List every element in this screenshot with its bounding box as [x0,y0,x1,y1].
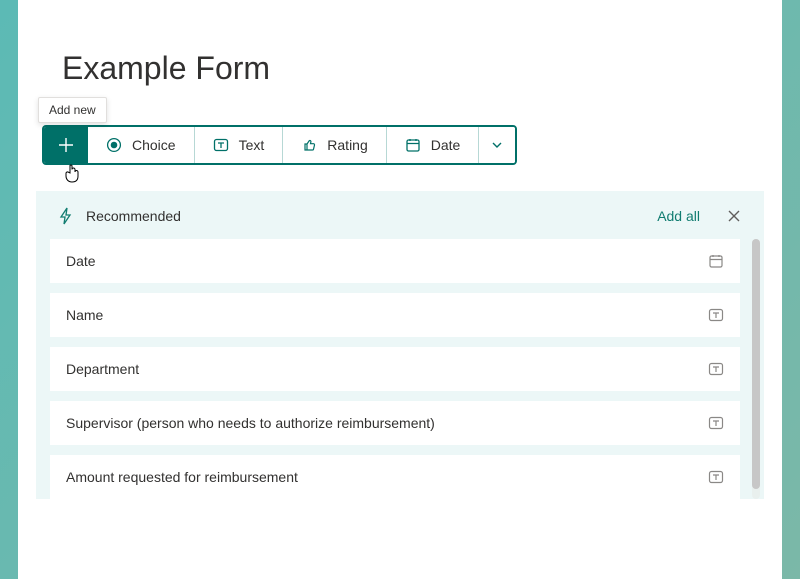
chevron-down-icon [491,139,503,151]
lightning-icon [58,207,74,225]
suggestion-label: Supervisor (person who needs to authoriz… [66,415,708,431]
question-type-toolbar: Choice Text Rating Date [42,125,517,165]
rating-label: Rating [327,137,367,153]
date-button[interactable]: Date [387,127,480,163]
cursor-pointer-icon [64,163,82,185]
text-type-icon [708,469,724,485]
recommended-title: Recommended [86,208,657,224]
suggestion-list: Date Name Department Supervisor (person who… [50,239,740,499]
recommended-panel: Recommended Add all Date Name Department Su… [36,191,764,499]
text-button[interactable]: Text [195,127,284,163]
plus-icon [58,137,74,153]
scrollbar-thumb[interactable] [752,239,760,489]
text-type-icon [708,307,724,323]
suggestion-label: Name [66,307,708,323]
tooltip-add-new: Add new [38,97,107,123]
text-icon [213,137,229,153]
date-type-icon [708,253,724,269]
choice-button[interactable]: Choice [88,127,195,163]
add-new-button[interactable] [44,127,88,163]
form-card: Example Form Add new Choice Text [18,0,782,579]
suggestion-item[interactable]: Name [50,293,740,337]
suggestion-label: Date [66,253,708,269]
calendar-icon [405,137,421,153]
add-all-button[interactable]: Add all [657,208,700,224]
date-label: Date [431,137,461,153]
rating-button[interactable]: Rating [283,127,386,163]
close-panel-button[interactable] [726,208,742,224]
suggestion-item[interactable]: Supervisor (person who needs to authoriz… [50,401,740,445]
suggestion-item[interactable]: Department [50,347,740,391]
suggestion-item[interactable]: Date [50,239,740,283]
suggestion-label: Department [66,361,708,377]
radio-icon [106,137,122,153]
thumbs-up-icon [301,137,317,153]
suggestion-item[interactable]: Amount requested for reimbursement [50,455,740,499]
text-type-icon [708,415,724,431]
suggestion-label: Amount requested for reimbursement [66,469,708,485]
text-label: Text [239,137,265,153]
text-type-icon [708,361,724,377]
page-title: Example Form [62,50,764,87]
more-types-button[interactable] [479,127,515,163]
choice-label: Choice [132,137,176,153]
